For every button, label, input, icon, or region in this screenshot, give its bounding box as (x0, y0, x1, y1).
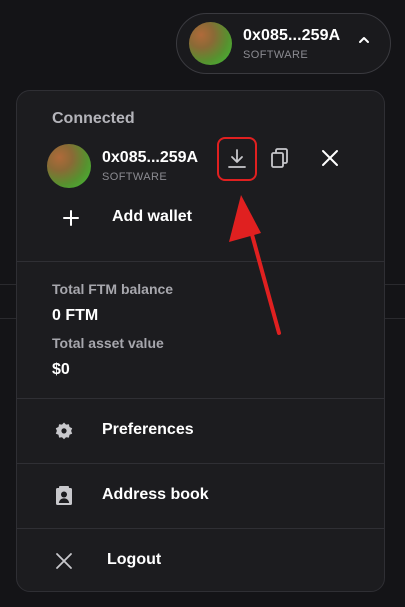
menu-item-preferences[interactable]: Preferences (17, 399, 384, 463)
copy-icon (271, 148, 288, 168)
account-switcher-button[interactable]: 0x085...259A SOFTWARE (176, 13, 391, 74)
wallet-address: 0x085...259A (102, 149, 199, 166)
asset-value-label: Total asset value (52, 335, 164, 351)
background-divider (0, 284, 16, 285)
connected-heading: Connected (52, 110, 135, 127)
asset-value-amount: $0 (52, 361, 70, 378)
account-address: 0x085...259A (243, 27, 341, 44)
account-wallet-type: SOFTWARE (243, 49, 309, 61)
address-book-label: Address book (102, 486, 209, 503)
disconnect-wallet-button[interactable] (315, 143, 345, 173)
download-button[interactable] (217, 137, 257, 181)
add-wallet-label: Add wallet (112, 208, 193, 225)
avatar (47, 144, 91, 188)
copy-address-button[interactable] (265, 143, 295, 173)
download-icon (228, 149, 246, 168)
gear-icon (53, 420, 75, 442)
divider (17, 261, 384, 262)
logout-label: Logout (107, 551, 162, 568)
add-wallet-button[interactable]: Add wallet (52, 199, 352, 239)
avatar (189, 22, 232, 65)
account-dropdown-panel: Connected 0x085...259A SOFTWARE Add wall… (16, 90, 385, 592)
ftm-balance-value: 0 FTM (52, 307, 99, 324)
chevron-up-icon (359, 37, 369, 43)
plus-icon (63, 210, 79, 226)
background-divider (385, 284, 405, 285)
menu-item-logout[interactable]: Logout (17, 529, 384, 591)
background-divider (385, 318, 405, 319)
menu-item-address-book[interactable]: Address book (17, 464, 384, 528)
close-icon (322, 150, 338, 166)
address-book-icon (53, 485, 75, 507)
wallet-type: SOFTWARE (102, 171, 168, 183)
logout-x-icon (53, 550, 75, 572)
background-divider (0, 318, 16, 319)
ftm-balance-label: Total FTM balance (52, 281, 174, 297)
preferences-label: Preferences (102, 421, 194, 438)
